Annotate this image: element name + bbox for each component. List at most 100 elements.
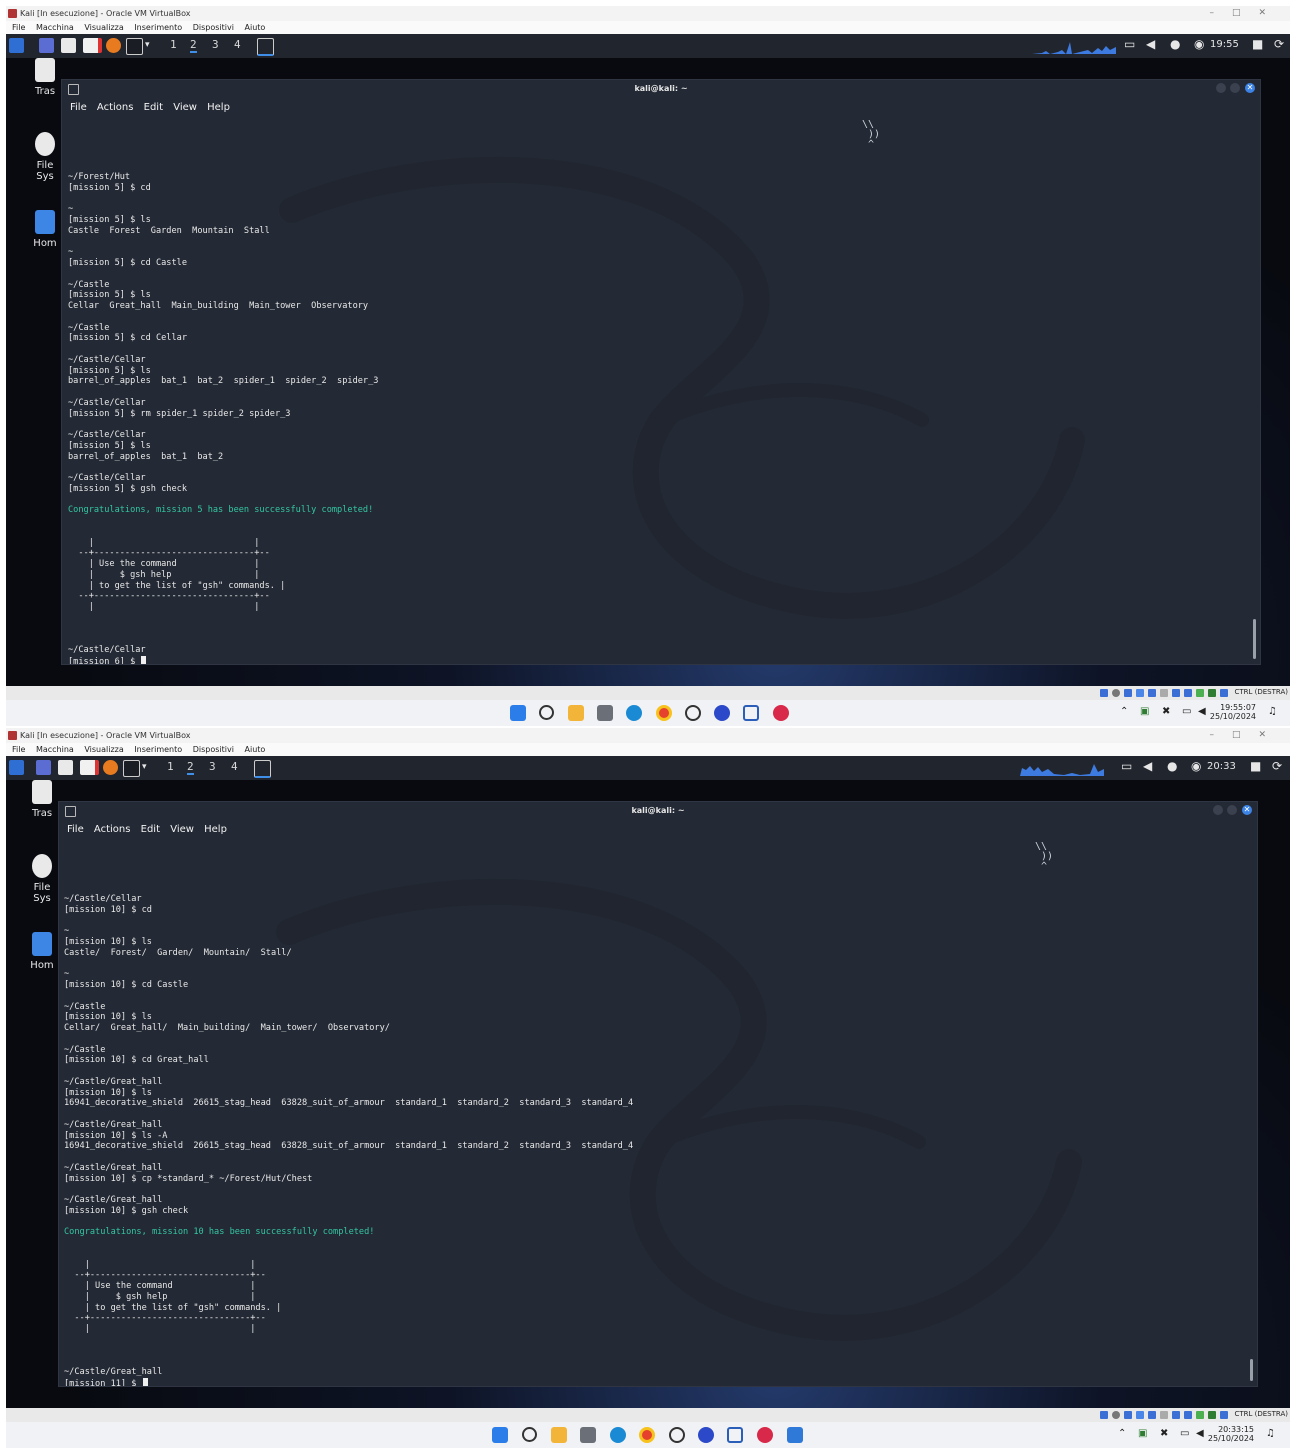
firefox-icon[interactable] (103, 760, 118, 775)
desktop-icon-home[interactable]: Hom (28, 210, 62, 249)
network-status-icon[interactable] (1136, 689, 1144, 697)
calculator-icon[interactable] (597, 705, 613, 721)
workspace-1[interactable]: 1 (167, 760, 174, 773)
minimize-button[interactable] (1216, 83, 1226, 93)
maximize-button[interactable] (1230, 83, 1240, 93)
panel-clock[interactable]: 19:55 (1210, 39, 1239, 50)
hdd-status-icon[interactable] (1100, 689, 1108, 697)
vbox-menu-devices[interactable]: Dispositivi (193, 23, 234, 32)
network-icon[interactable]: ▭ (1180, 1428, 1189, 1439)
recording-status-icon[interactable] (1184, 689, 1192, 697)
windows-start-icon[interactable] (510, 705, 526, 721)
display-icon[interactable]: ▭ (1121, 759, 1132, 773)
mic-muted-icon[interactable]: ✖ (1160, 1428, 1168, 1439)
terminal-menu-help[interactable]: Help (207, 102, 230, 113)
power-icon[interactable]: ⟳ (1272, 759, 1282, 773)
vbox-menu-machine[interactable]: Macchina (36, 23, 74, 32)
search-icon[interactable] (539, 705, 554, 720)
cpu-status-icon[interactable] (1208, 1411, 1216, 1419)
terminal-output[interactable]: ~/Castle/Cellar [mission 10] $ cd ~ [mis… (64, 894, 633, 1386)
whatsapp-icon[interactable] (685, 705, 701, 721)
desktop-icon-trash[interactable]: Tras (25, 780, 59, 819)
vbox-menu-devices[interactable]: Dispositivi (193, 745, 234, 754)
audio-status-icon[interactable] (1124, 1411, 1132, 1419)
terminal-output[interactable]: ~/Forest/Hut [mission 5] $ cd ~ [mission… (68, 172, 378, 664)
terminal-menu-edit[interactable]: Edit (144, 102, 163, 113)
keyboard-status-icon[interactable] (1220, 689, 1228, 697)
terminal-titlebar[interactable]: kali@kali: ~ ✕ (59, 802, 1257, 820)
terminal-window[interactable]: kali@kali: ~ ✕ File Actions Edit View He… (58, 801, 1258, 1387)
network-icon[interactable]: ▭ (1182, 706, 1191, 717)
tray-chevron-up-icon[interactable]: ⌃ (1120, 706, 1128, 717)
lock-icon[interactable]: ■ (1250, 759, 1261, 773)
mic-muted-icon[interactable]: ✖ (1162, 706, 1170, 717)
hdd-status-icon[interactable] (1100, 1411, 1108, 1419)
acrobat-icon[interactable] (773, 705, 789, 721)
maximize-button[interactable] (1227, 805, 1237, 815)
acrobat-icon[interactable] (757, 1427, 773, 1443)
text-editor-icon[interactable] (80, 760, 99, 775)
vbox-menu-view[interactable]: Visualizza (84, 23, 123, 32)
speaker-icon[interactable]: ◀ (1198, 706, 1206, 717)
desktop-icon-trash[interactable]: Tras (28, 58, 62, 97)
chevron-down-icon[interactable]: ▾ (145, 40, 150, 50)
folder-icon[interactable] (58, 760, 73, 775)
terminal-icon[interactable] (123, 760, 140, 777)
panel-clock[interactable]: 20:33 (1207, 761, 1236, 772)
tray-app-icon[interactable]: ▣ (1140, 706, 1149, 717)
shared-folder-status-icon[interactable] (1160, 689, 1168, 697)
desktop-icon-filesystem[interactable]: File Sys (28, 132, 62, 182)
calculator-icon[interactable] (580, 1427, 596, 1443)
terminal-menu-help[interactable]: Help (204, 824, 227, 835)
virtualbox-taskbar-icon[interactable] (727, 1427, 743, 1443)
terminal-menu-actions[interactable]: Actions (94, 824, 131, 835)
paint-app-icon[interactable] (787, 1427, 803, 1443)
volume-icon[interactable]: ◀ (1146, 37, 1155, 51)
mouse-integration-icon[interactable] (1196, 1411, 1204, 1419)
terminal-menu-actions[interactable]: Actions (97, 102, 134, 113)
whatsapp-icon[interactable] (669, 1427, 685, 1443)
webex-icon[interactable] (698, 1427, 714, 1443)
windows-start-icon[interactable] (492, 1427, 508, 1443)
close-button[interactable]: ✕ (1245, 83, 1255, 93)
workspace-1[interactable]: 1 (170, 38, 177, 51)
edge-icon[interactable] (626, 705, 642, 721)
show-desktop-icon[interactable] (36, 760, 51, 775)
webex-icon[interactable] (714, 705, 730, 721)
bell-icon[interactable]: ● (1167, 759, 1177, 773)
kali-menu-icon[interactable] (9, 760, 24, 775)
text-editor-icon[interactable] (83, 38, 102, 53)
vbox-menu-input[interactable]: Inserimento (134, 745, 182, 754)
workspace-2[interactable]: 2 (187, 760, 194, 775)
power-icon[interactable]: ⟳ (1274, 37, 1284, 51)
terminal-window[interactable]: kali@kali: ~ ✕ File Actions Edit View He… (61, 79, 1261, 665)
vbox-menu-file[interactable]: File (12, 745, 25, 754)
workspace-4[interactable]: 4 (231, 760, 238, 773)
taskbar-clock[interactable]: 19:55:07 25/10/2024 (1206, 703, 1256, 721)
close-button[interactable]: ✕ (1242, 805, 1252, 815)
display-icon[interactable]: ▭ (1124, 37, 1135, 51)
chevron-down-icon[interactable]: ▾ (142, 762, 147, 772)
mouse-integration-icon[interactable] (1196, 689, 1204, 697)
folder-icon[interactable] (61, 38, 76, 53)
kali-menu-icon[interactable] (9, 38, 24, 53)
optical-status-icon[interactable] (1112, 1411, 1120, 1419)
file-explorer-icon[interactable] (568, 705, 584, 721)
notification-bell-icon[interactable]: ♫ (1266, 1428, 1275, 1439)
usb-status-icon[interactable] (1148, 1411, 1156, 1419)
file-explorer-icon[interactable] (551, 1427, 567, 1443)
volume-icon[interactable]: ◀ (1143, 759, 1152, 773)
workspace-2[interactable]: 2 (190, 38, 197, 53)
desktop-icon-filesystem[interactable]: File Sys (25, 854, 59, 904)
terminal-menu-file[interactable]: File (70, 102, 87, 113)
display-status-icon[interactable] (1172, 1411, 1180, 1419)
terminal-window-button[interactable] (257, 38, 274, 56)
workspace-3[interactable]: 3 (209, 760, 216, 773)
taskbar-clock[interactable]: 20:33:15 25/10/2024 (1204, 1425, 1254, 1443)
bell-icon[interactable]: ● (1170, 37, 1180, 51)
window-controls[interactable]: –□✕ (1209, 728, 1284, 743)
desktop-icon-home[interactable]: Hom (25, 932, 59, 971)
shared-folder-status-icon[interactable] (1160, 1411, 1168, 1419)
tray-chevron-up-icon[interactable]: ⌃ (1118, 1428, 1126, 1439)
vbox-menu-input[interactable]: Inserimento (134, 23, 182, 32)
